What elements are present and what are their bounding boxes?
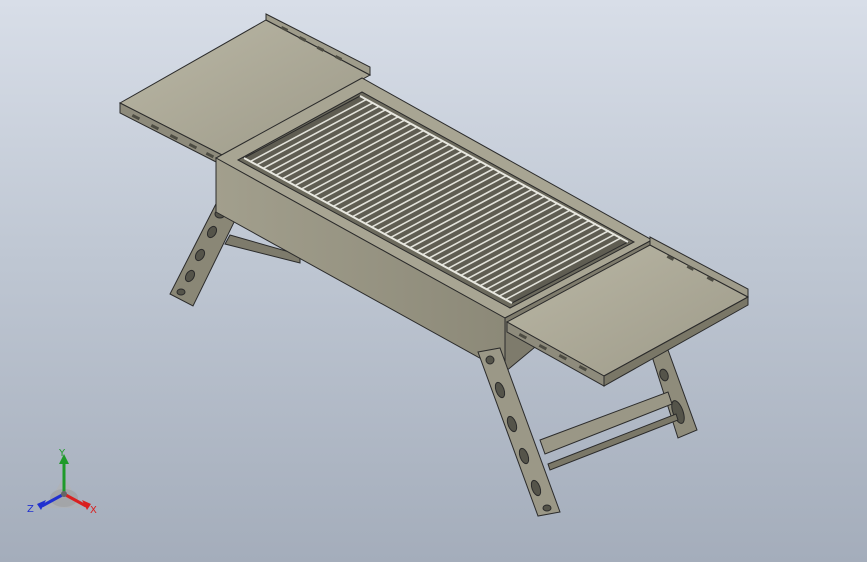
- axis-z-label: Z: [27, 504, 34, 515]
- cad-viewport[interactable]: X Y Z: [0, 0, 867, 562]
- grill-model[interactable]: [0, 0, 867, 562]
- lower-crossbrace: [539, 391, 679, 471]
- axis-triad: X Y Z: [24, 448, 104, 522]
- right-front-leg: [477, 347, 561, 517]
- axis-y-label: Y: [59, 448, 66, 459]
- axis-x-label: X: [90, 505, 97, 516]
